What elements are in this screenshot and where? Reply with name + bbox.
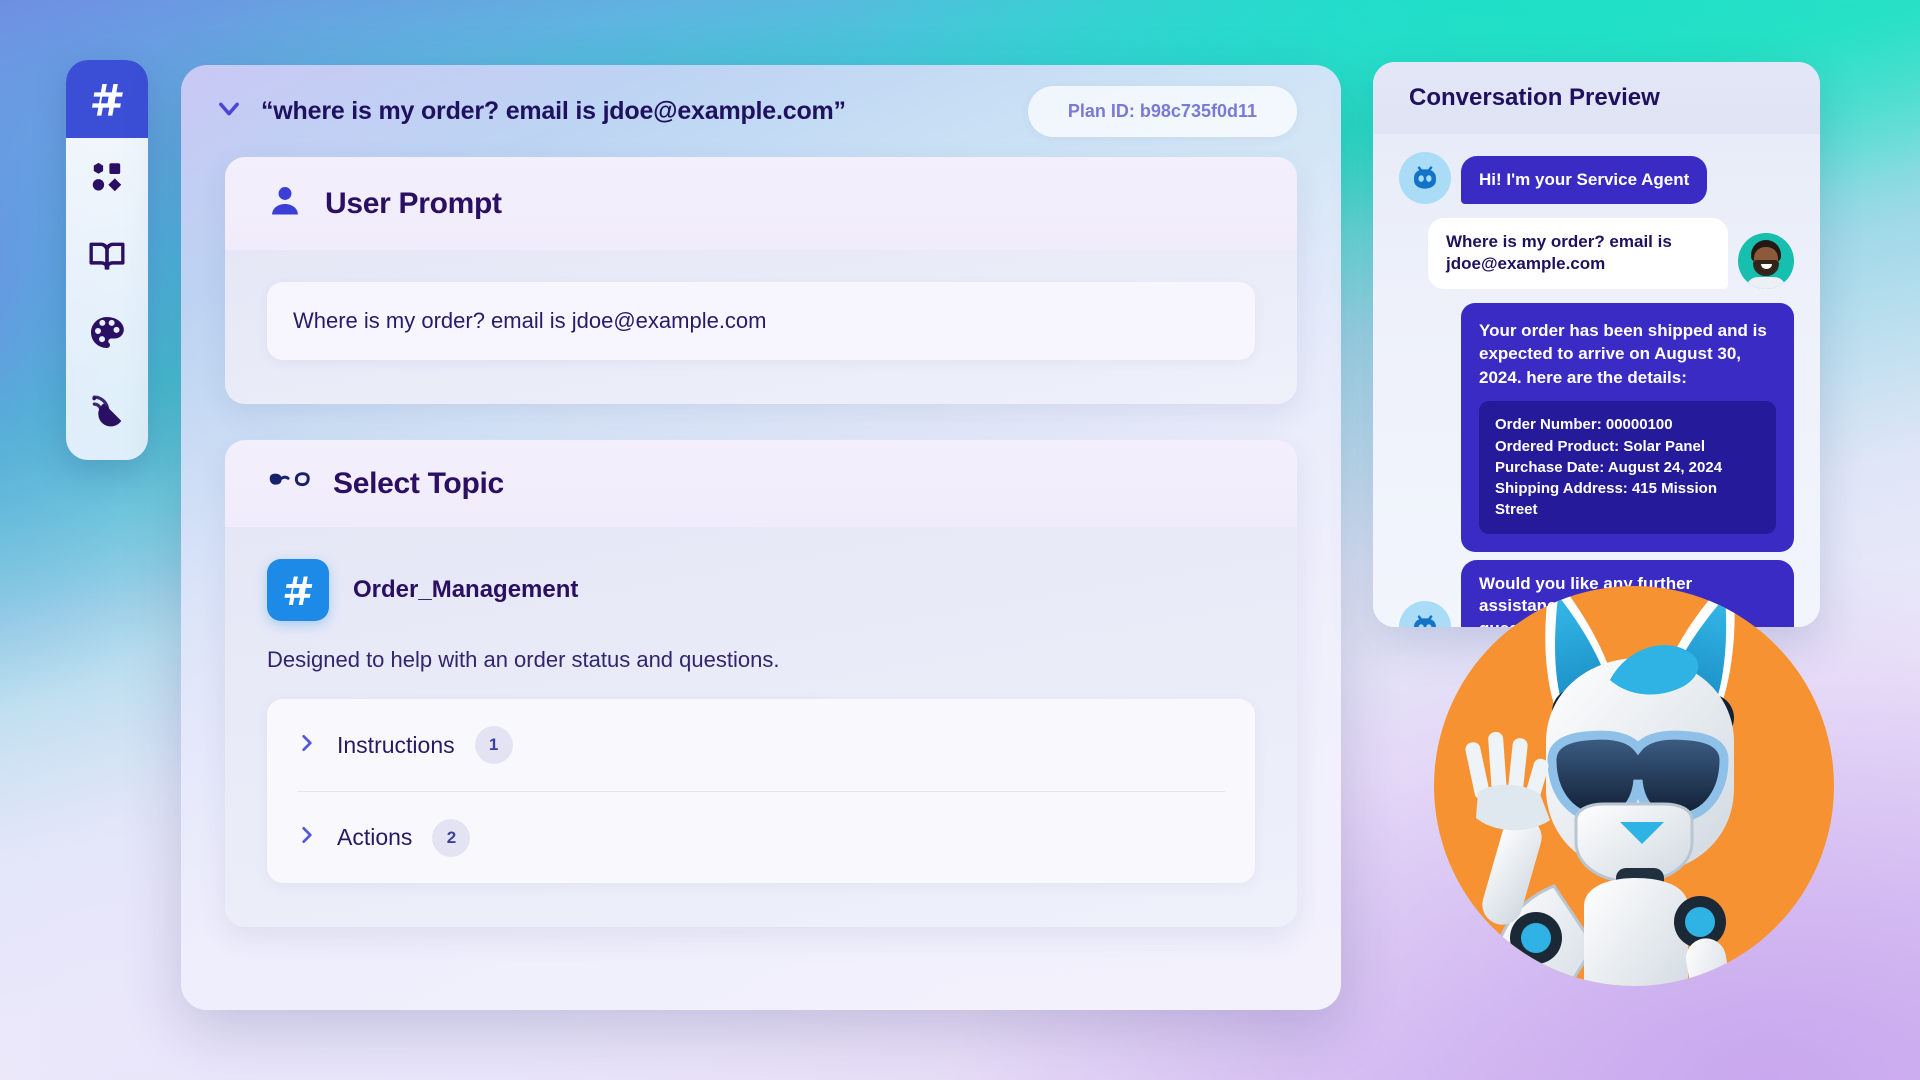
sidebar-item-components[interactable]: [66, 138, 148, 216]
glasses-icon: [267, 466, 311, 501]
select-topic-card-header: Select Topic: [225, 440, 1297, 527]
chevron-down-icon[interactable]: [215, 95, 243, 128]
order-detail-line: Shipping Address: 415 Mission Street: [1495, 480, 1717, 519]
chat-message-bot-order-details: Your order has been shipped and is expec…: [1399, 302, 1794, 552]
accordion-row-actions[interactable]: Actions 2: [297, 791, 1225, 883]
chevron-right-icon: [297, 733, 317, 758]
sidebar-item-topics[interactable]: [66, 60, 148, 138]
bot-avatar-icon: [1399, 152, 1451, 204]
topic-name: Order_Management: [353, 576, 579, 603]
plan-id-badge: Plan ID: b98c735f0d11: [1027, 85, 1297, 137]
shapes-grid-icon: [89, 159, 125, 195]
accordion-count-badge: 2: [432, 818, 471, 857]
open-book-icon: [87, 235, 127, 275]
chat-bubble-text: Your order has been shipped and is expec…: [1479, 320, 1767, 387]
accordion-row-instructions[interactable]: Instructions 1: [297, 699, 1225, 791]
order-detail-line: Purchase Date: August 24, 2024: [1495, 458, 1723, 476]
chat-bubble: Hi! I'm your Service Agent: [1461, 155, 1708, 204]
accordion-label: Actions: [337, 824, 413, 850]
topic-accordion: Instructions 1 Actions 2: [267, 699, 1255, 883]
user-prompt-card-header: User Prompt: [225, 157, 1297, 250]
conversation-preview-title: Conversation Preview: [1409, 84, 1660, 111]
order-detail-line: Order Number: 00000100: [1495, 416, 1673, 434]
chat-bubble: Your order has been shipped and is expec…: [1461, 302, 1794, 552]
chevron-right-icon: [297, 825, 317, 850]
panel-header: “where is my order? email is jdoe@exampl…: [181, 65, 1341, 157]
user-prompt-input[interactable]: Where is my order? email is jdoe@example…: [267, 282, 1255, 360]
sidebar-item-channels[interactable]: [66, 372, 148, 450]
palette-icon: [87, 313, 127, 353]
chat-message-user: Where is my order? email is jdoe@example…: [1399, 218, 1794, 289]
accordion-count-badge: 1: [474, 726, 513, 764]
avatar-shirt: [1746, 276, 1786, 289]
mascot-illustration: [1465, 586, 1735, 986]
sidebar-item-appearance[interactable]: [66, 294, 148, 372]
user-prompt-card: User Prompt Where is my order? email is …: [225, 157, 1297, 404]
main-panel: “where is my order? email is jdoe@exampl…: [181, 65, 1341, 1010]
order-detail-line: Ordered Product: Solar Panel: [1495, 437, 1706, 455]
user-prompt-card-body: Where is my order? email is jdoe@example…: [225, 250, 1297, 404]
sidebar-item-knowledge[interactable]: [66, 216, 148, 294]
topic-description: Designed to help with an order status an…: [267, 647, 780, 672]
chat-message-bot-greeting: Hi! I'm your Service Agent: [1399, 152, 1794, 204]
select-topic-card: Select Topic Order_Management Designed t…: [225, 440, 1297, 927]
topic-row[interactable]: Order_Management: [267, 559, 1255, 621]
robot-fox-mascot: [1434, 586, 1834, 986]
accordion-label: Instructions: [337, 731, 455, 758]
hashtag-icon: [267, 559, 329, 621]
satellite-dish-icon: [88, 392, 126, 430]
user-avatar: [1738, 232, 1794, 289]
user-prompt-heading: User Prompt: [325, 186, 502, 220]
hashtag-icon: [87, 79, 127, 119]
chat-bubble: Where is my order? email is jdoe@example…: [1428, 218, 1728, 289]
conversation-preview-header: Conversation Preview: [1373, 62, 1820, 134]
select-topic-heading: Select Topic: [333, 466, 504, 500]
page-title: “where is my order? email is jdoe@exampl…: [261, 96, 846, 125]
conversation-preview-panel: Conversation Preview Hi! I'm your Servic…: [1373, 62, 1820, 627]
user-icon: [267, 183, 303, 224]
left-sidebar: [66, 60, 148, 460]
order-details-box: Order Number: 00000100 Ordered Product: …: [1479, 401, 1776, 534]
select-topic-card-body: Order_Management Designed to help with a…: [225, 527, 1297, 927]
